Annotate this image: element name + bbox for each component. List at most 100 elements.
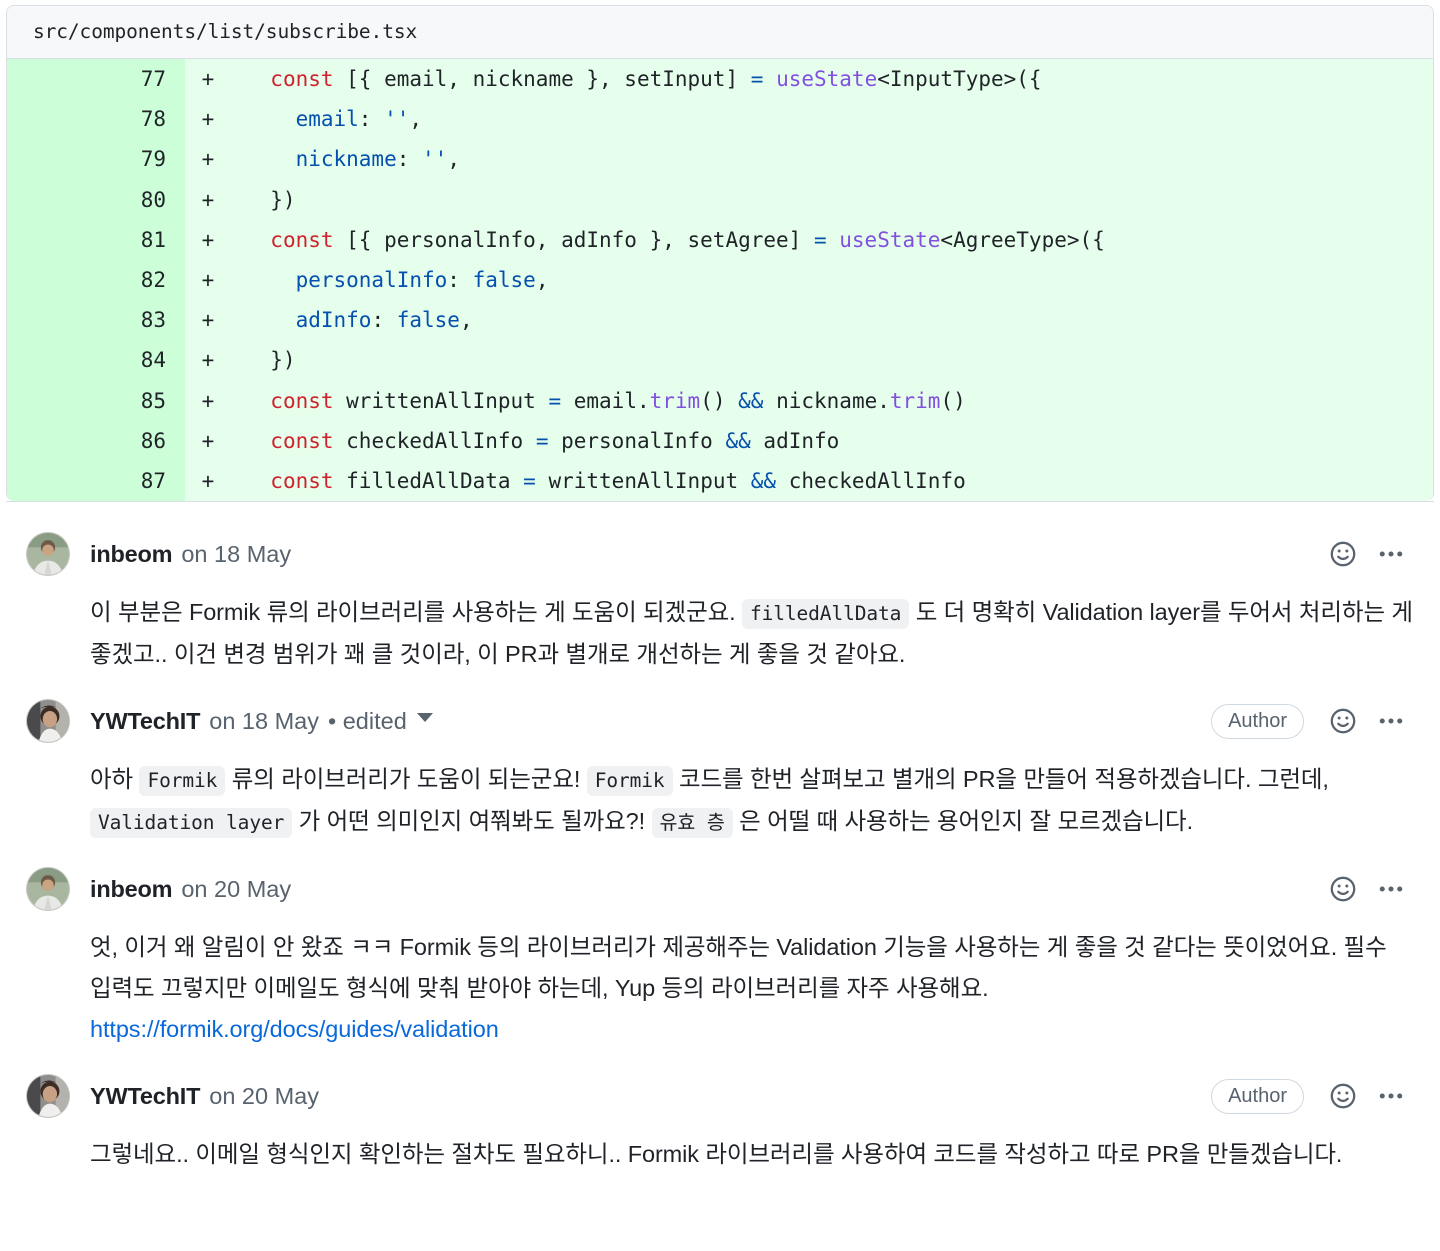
- diff-line-marker: +: [185, 139, 231, 180]
- diff-line-code[interactable]: email: '',: [231, 99, 1433, 140]
- comment-text-part: 가 어떤 의미인지 여쭤봐도 될까요?!: [292, 808, 652, 835]
- diff-line-code[interactable]: const checkedAllInfo = personalInfo && a…: [231, 420, 1433, 462]
- diff-line-marker: +: [185, 461, 231, 502]
- smiley-icon[interactable]: [1328, 539, 1358, 569]
- diff-row: 82 + personalInfo: false,: [7, 260, 1433, 301]
- comment-paragraph: https://formik.org/docs/guides/validatio…: [90, 1009, 1414, 1050]
- comment-header: YWTechIT on 20 May Author: [26, 1074, 1414, 1119]
- external-link[interactable]: https://formik.org/docs/guides/validatio…: [90, 1016, 499, 1042]
- comment-body: 이 부분은 Formik 류의 라이브러리를 사용하는 게 도움이 되겠군요. …: [26, 576, 1414, 675]
- inline-code: filledAllData: [741, 599, 910, 630]
- diff-line-number[interactable]: 82: [7, 260, 185, 301]
- comment-date[interactable]: on 20 May: [181, 876, 291, 903]
- comment-body: 엇, 이거 왜 알림이 안 왔죠 ㅋㅋ Formik 등의 라이브러리가 제공해…: [26, 911, 1414, 1050]
- smiley-icon[interactable]: [1328, 1081, 1358, 1111]
- comment-text-part: 그렇네요.. 이메일 형식인지 확인하는 절차도 필요하니.. Formik 라…: [90, 1141, 1343, 1168]
- diff-line-marker: +: [185, 380, 231, 421]
- comment-actions: [1328, 539, 1414, 569]
- comment-date[interactable]: on 18 May: [181, 541, 291, 568]
- diff-line-number[interactable]: 81: [7, 219, 185, 261]
- avatar[interactable]: [26, 1074, 70, 1119]
- author-badge: Author: [1211, 1078, 1304, 1114]
- diff-file-path[interactable]: src/components/list/subscribe.tsx: [7, 6, 1433, 59]
- diff-line-number[interactable]: 77: [7, 59, 185, 100]
- comment-meta: YWTechIT on 20 May: [90, 1083, 1211, 1110]
- chevron-down-icon: [416, 712, 433, 722]
- diff-line-code[interactable]: }): [231, 340, 1433, 381]
- diff-line-code[interactable]: const [{ personalInfo, adInfo }, setAgre…: [231, 219, 1433, 261]
- comment-author[interactable]: YWTechIT: [90, 708, 200, 735]
- diff-row: 77 + const [{ email, nickname }, setInpu…: [7, 59, 1433, 100]
- diff-line-number[interactable]: 87: [7, 461, 185, 502]
- diff-table: 77 + const [{ email, nickname }, setInpu…: [7, 59, 1433, 502]
- comment-text-part: 류의 라이브러리가 도움이 되는군요!: [225, 766, 587, 793]
- comment-header: inbeom on 18 May: [26, 532, 1414, 577]
- diff-row: 84 + }): [7, 340, 1433, 381]
- kebab-menu-icon[interactable]: [1376, 539, 1406, 569]
- comment-date[interactable]: on 18 May: [209, 708, 319, 735]
- diff-line-code[interactable]: adInfo: false,: [231, 300, 1433, 341]
- comment-author[interactable]: inbeom: [90, 541, 173, 568]
- diff-row: 85 + const writtenAllInput = email.trim(…: [7, 380, 1433, 421]
- diff-line-marker: +: [185, 59, 231, 100]
- diff-line-number[interactable]: 85: [7, 380, 185, 421]
- comment-paragraph: 아하 Formik 류의 라이브러리가 도움이 되는군요! Formik 코드를…: [90, 759, 1414, 843]
- comment-author[interactable]: inbeom: [90, 876, 173, 903]
- comment-list: inbeom on 18 May 이 부분은 Formik 류의 라이브러리를 …: [0, 502, 1440, 1175]
- comment-paragraph: 그렇네요.. 이메일 형식인지 확인하는 절차도 필요하니.. Formik 라…: [90, 1134, 1414, 1175]
- kebab-menu-icon[interactable]: [1376, 874, 1406, 904]
- diff-line-marker: +: [185, 340, 231, 381]
- comment-text-part: 아하: [90, 766, 140, 793]
- diff-row: 83 + adInfo: false,: [7, 300, 1433, 341]
- diff-line-code[interactable]: const filledAllData = writtenAllInput &&…: [231, 461, 1433, 502]
- comment-date[interactable]: on 20 May: [209, 1083, 319, 1110]
- avatar[interactable]: [26, 532, 70, 577]
- diff-line-number[interactable]: 78: [7, 99, 185, 140]
- comment-item: YWTechIT on 18 May • edited Author 아하 Fo…: [6, 675, 1434, 843]
- comment-author[interactable]: YWTechIT: [90, 1083, 200, 1110]
- diff-row: 81 + const [{ personalInfo, adInfo }, se…: [7, 219, 1433, 261]
- diff-line-number[interactable]: 84: [7, 340, 185, 381]
- diff-line-code[interactable]: const [{ email, nickname }, setInput] = …: [231, 59, 1433, 100]
- diff-line-number[interactable]: 80: [7, 179, 185, 220]
- diff-row: 79 + nickname: '',: [7, 139, 1433, 180]
- comment-edited-label: • edited: [327, 707, 407, 734]
- inline-code: Formik: [139, 766, 226, 797]
- diff-line-marker: +: [185, 219, 231, 261]
- diff-line-marker: +: [185, 300, 231, 341]
- diff-line-number[interactable]: 83: [7, 300, 185, 341]
- diff-line-number[interactable]: 79: [7, 139, 185, 180]
- avatar[interactable]: [26, 699, 70, 744]
- diff-line-marker: +: [185, 260, 231, 301]
- kebab-menu-icon[interactable]: [1376, 1081, 1406, 1111]
- diff-row: 80 + }): [7, 179, 1433, 220]
- diff-row: 87 + const filledAllData = writtenAllInp…: [7, 461, 1433, 502]
- diff-line-marker: +: [185, 420, 231, 462]
- comment-text-part: 은 어떨 때 사용하는 용어인지 잘 모르겠습니다.: [732, 808, 1193, 835]
- diff-line-code[interactable]: nickname: '',: [231, 139, 1433, 180]
- diff-row: 78 + email: '',: [7, 99, 1433, 140]
- inline-code: Formik: [586, 766, 673, 797]
- comment-body: 아하 Formik 류의 라이브러리가 도움이 되는군요! Formik 코드를…: [26, 743, 1414, 843]
- diff-line-number[interactable]: 86: [7, 420, 185, 462]
- kebab-menu-icon[interactable]: [1376, 706, 1406, 736]
- comment-body: 그렇네요.. 이메일 형식인지 확인하는 절차도 필요하니.. Formik 라…: [26, 1118, 1414, 1175]
- diff-line-code[interactable]: personalInfo: false,: [231, 260, 1433, 301]
- diff-line-code[interactable]: }): [231, 179, 1433, 220]
- comment-text-part: 엇, 이거 왜 알림이 안 왔죠 ㅋㅋ Formik 등의 라이브러리가 제공해…: [90, 934, 1387, 1002]
- comment-text-part: 이 부분은 Formik 류의 라이브러리를 사용하는 게 도움이 되겠군요.: [90, 599, 742, 626]
- comment-actions: Author: [1211, 703, 1414, 739]
- avatar[interactable]: [26, 867, 70, 912]
- comment-meta: YWTechIT on 18 May • edited: [90, 708, 1211, 735]
- comment-item: inbeom on 18 May 이 부분은 Formik 류의 라이브러리를 …: [6, 502, 1434, 675]
- diff-line-marker: +: [185, 99, 231, 140]
- smiley-icon[interactable]: [1328, 874, 1358, 904]
- comment-edited-dropdown[interactable]: • edited: [328, 708, 433, 735]
- diff-line-code[interactable]: const writtenAllInput = email.trim() && …: [231, 380, 1433, 421]
- author-badge: Author: [1211, 703, 1304, 739]
- comment-actions: Author: [1211, 1078, 1414, 1114]
- comment-paragraph: 엇, 이거 왜 알림이 안 왔죠 ㅋㅋ Formik 등의 라이브러리가 제공해…: [90, 927, 1414, 1009]
- smiley-icon[interactable]: [1328, 706, 1358, 736]
- comment-paragraph: 이 부분은 Formik 류의 라이브러리를 사용하는 게 도움이 되겠군요. …: [90, 592, 1414, 675]
- diff-line-marker: +: [185, 179, 231, 220]
